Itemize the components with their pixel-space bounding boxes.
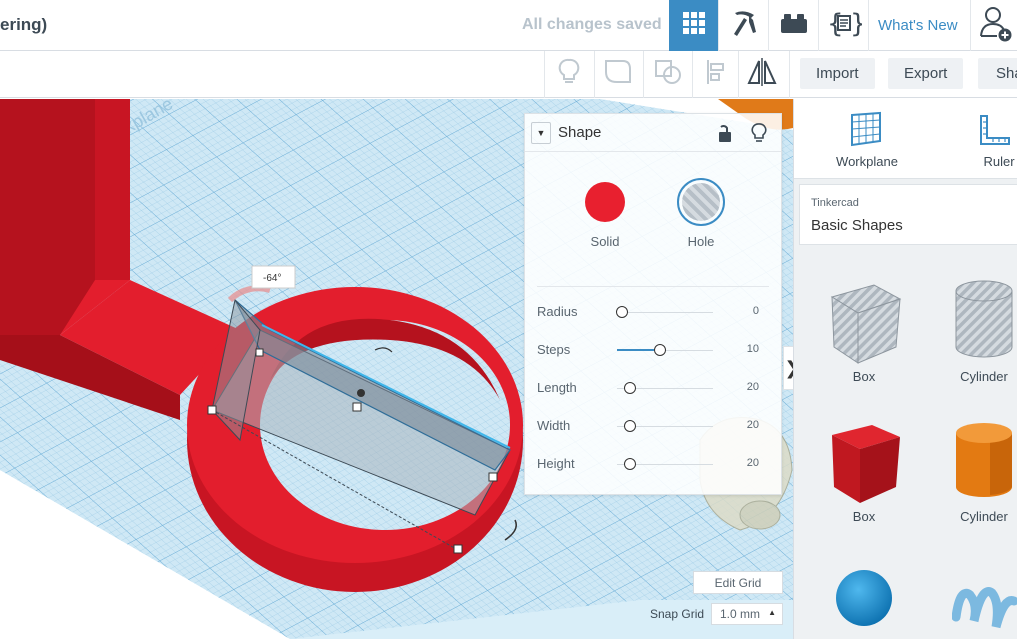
property-slider-handle[interactable] <box>616 306 628 318</box>
sphere-icon <box>834 570 894 631</box>
shape-tile-sphere[interactable] <box>834 567 894 627</box>
shape-tile-hole-box[interactable]: Box <box>819 277 909 387</box>
property-value[interactable]: 20 <box>747 381 759 393</box>
snap-grid-label: Snap Grid <box>650 607 705 621</box>
hole-label: Hole <box>687 234 715 249</box>
3d-view-button[interactable] <box>669 0 718 51</box>
property-value[interactable]: 10 <box>747 343 759 355</box>
shape-tile-cylinder[interactable]: Cylinder <box>944 417 1017 527</box>
design-title[interactable]: ering) <box>0 15 47 35</box>
snap-grid-select[interactable]: 1.0 mm ▲ <box>711 603 783 625</box>
property-value[interactable]: 0 <box>753 305 759 317</box>
property-label: Radius <box>537 304 578 319</box>
export-button[interactable]: Export <box>888 58 964 89</box>
caret-up-icon: ▲ <box>768 608 776 617</box>
hole-swatch[interactable] <box>677 178 725 226</box>
cylinder-icon <box>952 417 1016 508</box>
workplane-tool[interactable]: Workplane <box>824 109 910 174</box>
save-status: All changes saved <box>522 16 662 33</box>
solid-swatch[interactable] <box>585 182 625 222</box>
property-label: Steps <box>537 342 571 357</box>
property-width: Width 20 <box>537 418 769 436</box>
property-slider-fill <box>617 349 654 351</box>
mirror-button[interactable] <box>744 57 780 92</box>
property-length: Length 20 <box>537 380 769 398</box>
property-steps: Steps 10 <box>537 342 769 360</box>
property-slider-handle[interactable] <box>624 458 636 470</box>
rotation-readout: -64° <box>263 273 281 284</box>
edit-grid-button[interactable]: Edit Grid <box>693 571 783 594</box>
shape-library-select[interactable]: Tinkercad Basic Shapes <box>799 184 1017 245</box>
shape-inspector: ▼ Shape Solid Hole Radius 0 Steps 10 Length 2… <box>524 113 782 495</box>
property-label: Height <box>537 456 575 471</box>
group-button[interactable] <box>600 59 636 90</box>
workplane-icon <box>848 111 884 152</box>
collapse-panel-button[interactable]: ▼ <box>531 122 551 144</box>
brick-icon <box>780 12 808 39</box>
lightbulb-icon[interactable] <box>750 122 768 149</box>
property-value[interactable]: 20 <box>747 419 759 431</box>
panel-title: Shape <box>558 124 602 141</box>
ungroup-icon <box>653 58 683 91</box>
align-button[interactable] <box>700 59 732 90</box>
shape-label: Box <box>852 369 876 384</box>
shapes-sidebar: Workplane Ruler Tinkercad Basic Shapes B… <box>793 99 1017 639</box>
whats-new-link[interactable]: What's New <box>878 17 958 34</box>
ruler-label: Ruler <box>983 154 1015 169</box>
property-slider-handle[interactable] <box>624 420 636 432</box>
mirror-icon <box>746 57 778 92</box>
lightbulb-icon <box>557 58 581 91</box>
shape-tile-box[interactable]: Box <box>819 417 909 527</box>
top-bar: ering) All changes saved {} What's New <box>0 0 1017 51</box>
ruler-icon <box>978 113 1012 152</box>
notes-button[interactable] <box>553 58 585 91</box>
share-button[interactable]: Sha <box>978 58 1017 89</box>
hole-cylinder-icon <box>952 277 1016 368</box>
import-button[interactable]: Import <box>800 58 875 89</box>
bricks-button[interactable] <box>769 0 818 51</box>
property-height: Height 20 <box>537 456 769 474</box>
caret-down-icon: ▼ <box>536 128 546 138</box>
ruler-tool[interactable]: Ruler <box>964 109 1017 174</box>
library-category: Tinkercad <box>811 197 859 209</box>
property-slider-handle[interactable] <box>654 344 666 356</box>
property-slider-handle[interactable] <box>624 382 636 394</box>
shape-label: Box <box>852 509 876 524</box>
add-user-icon <box>979 4 1013 47</box>
workplane-label: Workplane <box>836 154 898 169</box>
pickaxe-icon <box>729 8 759 43</box>
align-left-icon <box>704 58 728 91</box>
shape-label: Cylinder <box>960 509 1008 524</box>
shape-tile-scribble[interactable] <box>951 577 1017 637</box>
scribble-icon <box>951 587 1017 641</box>
shape-tile-hole-cylinder[interactable]: Cylinder <box>944 277 1017 387</box>
shape-label: Cylinder <box>960 369 1008 384</box>
library-name: Basic Shapes <box>811 217 903 234</box>
blocks-button[interactable] <box>719 0 768 51</box>
grid-icon <box>682 11 706 40</box>
ungroup-button[interactable] <box>650 59 686 90</box>
property-label: Length <box>537 380 577 395</box>
account-button[interactable] <box>975 0 1017 51</box>
property-label: Width <box>537 418 571 433</box>
codeblocks-button[interactable]: {} <box>819 0 868 51</box>
property-slider-track[interactable] <box>617 312 713 313</box>
code-braces-icon: {} <box>826 8 867 43</box>
svg-text:}: } <box>850 9 862 38</box>
box-icon <box>824 417 904 512</box>
group-icon <box>603 58 633 91</box>
unlock-icon[interactable] <box>717 123 733 148</box>
property-radius: Radius 0 <box>537 304 769 322</box>
solid-label: Solid <box>590 234 620 249</box>
property-value[interactable]: 20 <box>747 457 759 469</box>
snap-grid-value: 1.0 mm <box>720 607 761 621</box>
hole-box-icon <box>824 277 904 372</box>
